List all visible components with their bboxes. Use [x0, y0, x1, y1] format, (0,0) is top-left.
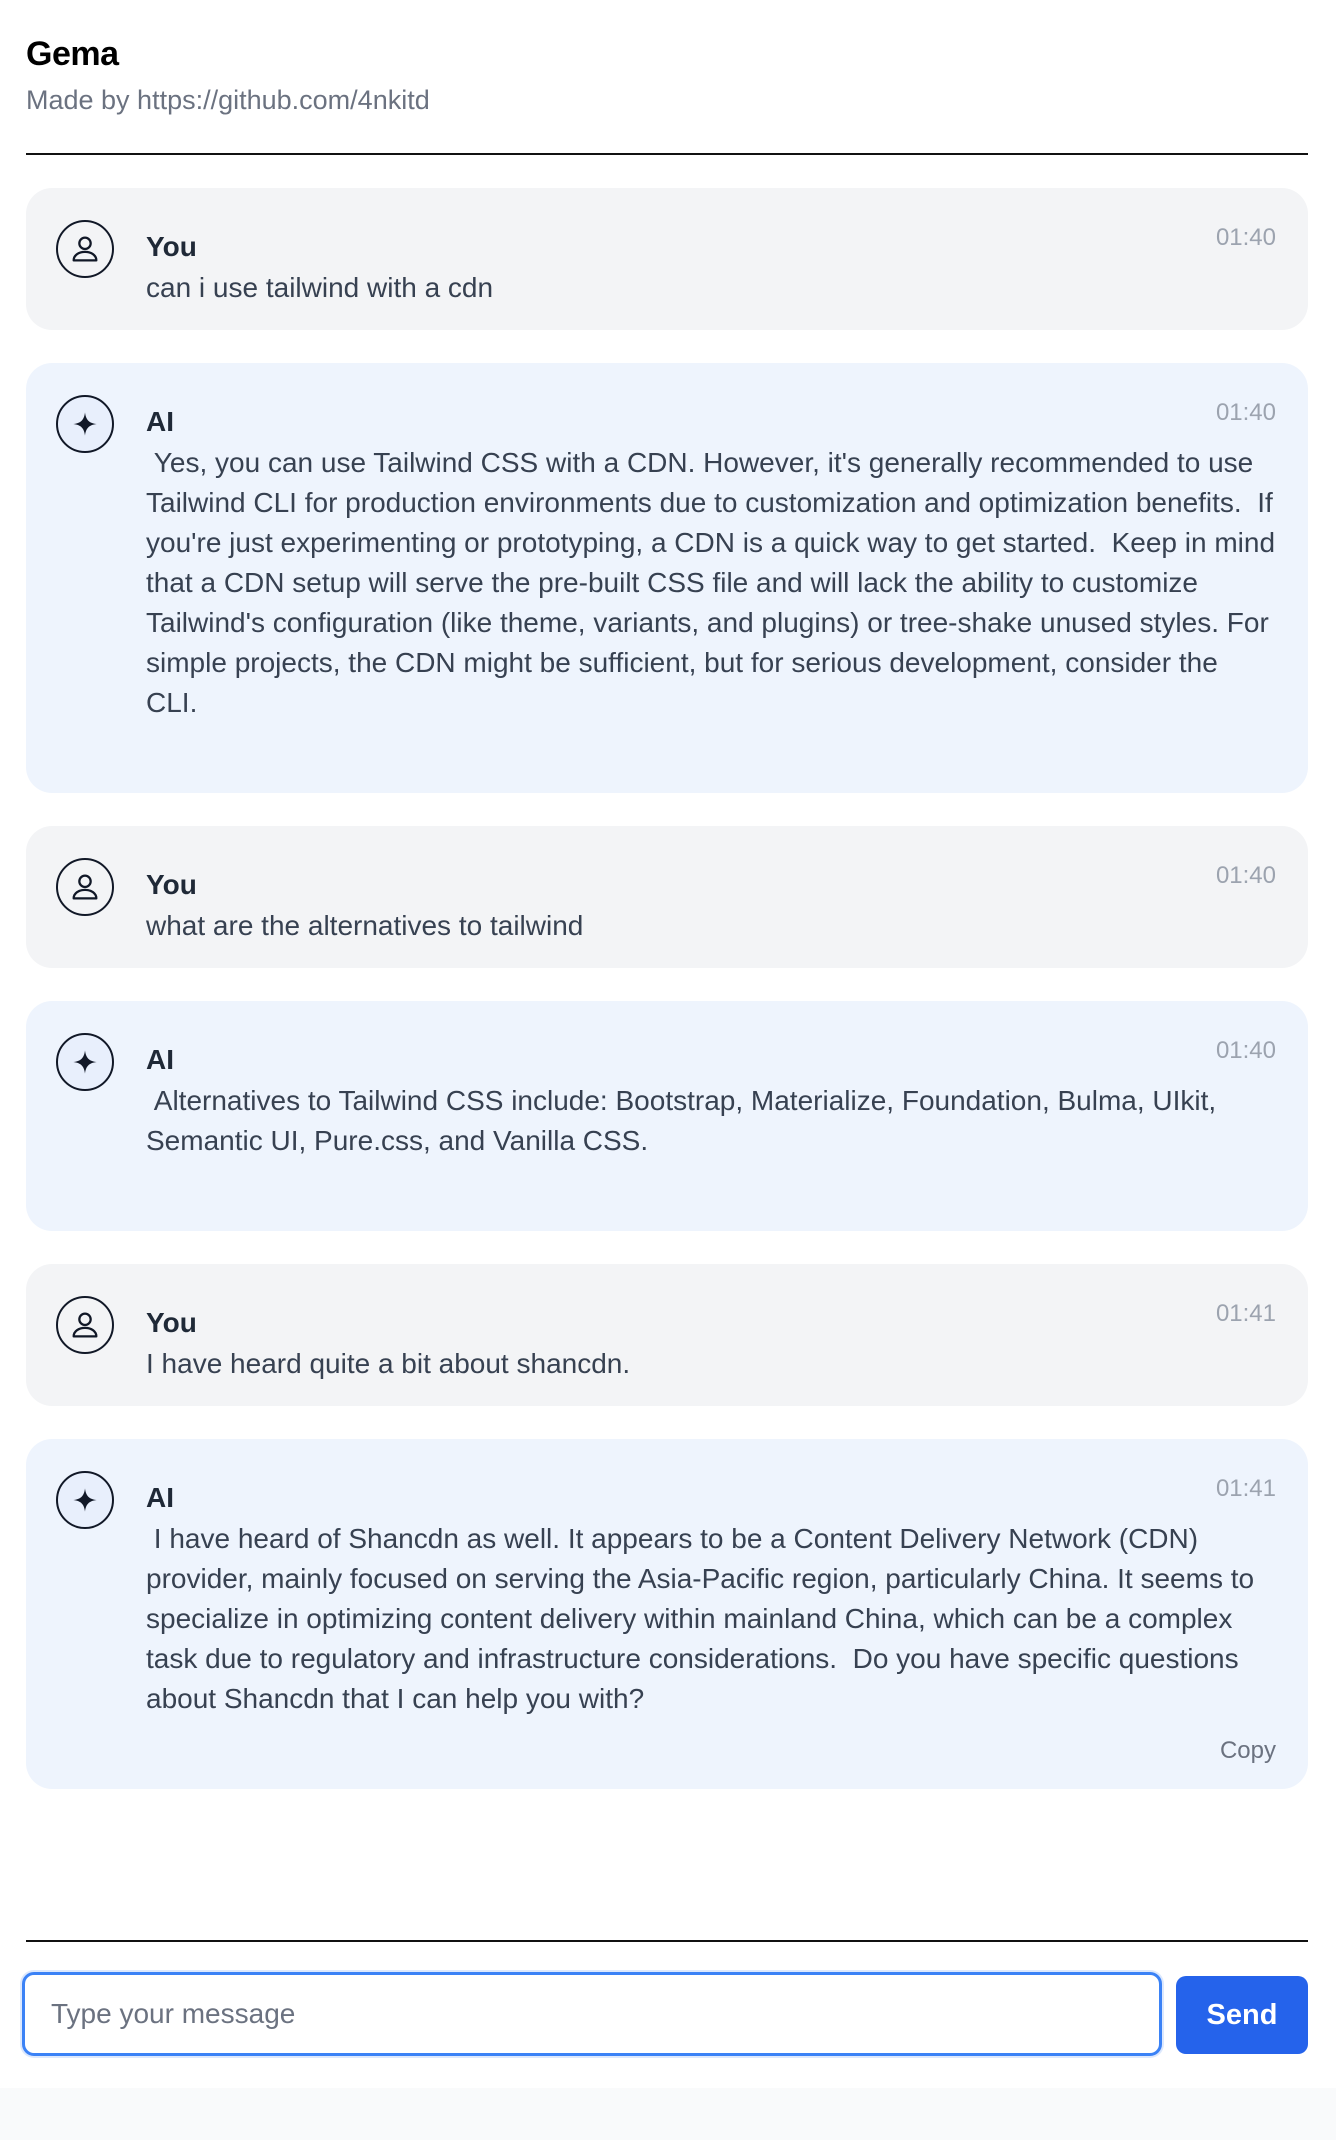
- user-icon: [72, 236, 98, 262]
- message-text: Yes, you can use Tailwind CSS with a CDN…: [146, 447, 1276, 718]
- message-user: You 01:40 what are the alternatives to t…: [26, 826, 1308, 968]
- message-sender: You: [146, 869, 197, 900]
- chat-app: Gema Made by https://github.com/4nkitd Y…: [0, 0, 1336, 2088]
- app-subtitle: Made by https://github.com/4nkitd: [26, 85, 430, 115]
- message-time: 01:40: [1215, 1037, 1276, 1064]
- message-time: 01:40: [1215, 224, 1276, 251]
- app-title: Gema: [26, 35, 119, 73]
- message-user: You 01:41 I have heard quite a bit about…: [26, 1264, 1308, 1406]
- message-time: 01:41: [1215, 1475, 1276, 1502]
- header-divider: [26, 153, 1308, 155]
- user-avatar: [56, 1296, 114, 1354]
- message-time: 01:40: [1215, 862, 1276, 889]
- ai-avatar: [56, 1033, 114, 1091]
- message-sender: You: [146, 231, 197, 262]
- composer-divider: [26, 1940, 1308, 1942]
- message-ai: AI 01:41 I have heard of Shancdn as well…: [26, 1439, 1308, 1789]
- message-text: I have heard of Shancdn as well. It appe…: [146, 1523, 1262, 1714]
- sparkle-icon: [73, 1488, 97, 1512]
- message-list: You 01:40 can i use tailwind with a cdn …: [26, 188, 1308, 1822]
- message-sender: AI: [146, 406, 174, 437]
- message-time: 01:40: [1215, 399, 1276, 426]
- message-text: Alternatives to Tailwind CSS include: Bo…: [146, 1085, 1217, 1156]
- copy-button[interactable]: Copy: [146, 1735, 1276, 1767]
- message-user: You 01:40 can i use tailwind with a cdn: [26, 188, 1308, 330]
- header: Gema Made by https://github.com/4nkitd: [26, 30, 1308, 120]
- user-avatar: [56, 858, 114, 916]
- sparkle-icon: [73, 412, 97, 436]
- ai-avatar: [56, 1471, 114, 1529]
- user-icon: [72, 1312, 98, 1338]
- message-ai: AI 01:40 Yes, you can use Tailwind CSS w…: [26, 363, 1308, 793]
- user-avatar: [56, 220, 114, 278]
- message-sender: AI: [146, 1482, 174, 1513]
- message-text: what are the alternatives to tailwind: [146, 910, 584, 941]
- message-text: can i use tailwind with a cdn: [146, 272, 494, 303]
- composer: Send: [22, 1972, 1312, 2058]
- message-time: 01:41: [1215, 1300, 1276, 1327]
- sparkle-icon: [73, 1050, 97, 1074]
- message-sender: AI: [146, 1044, 174, 1075]
- user-icon: [72, 874, 98, 900]
- send-button[interactable]: Send: [1176, 1976, 1308, 2054]
- message-text: I have heard quite a bit about shancdn.: [146, 1348, 631, 1379]
- message-ai: AI 01:40 Alternatives to Tailwind CSS in…: [26, 1001, 1308, 1231]
- message-input[interactable]: [22, 1972, 1162, 2056]
- message-sender: You: [146, 1307, 197, 1338]
- ai-avatar: [56, 395, 114, 453]
